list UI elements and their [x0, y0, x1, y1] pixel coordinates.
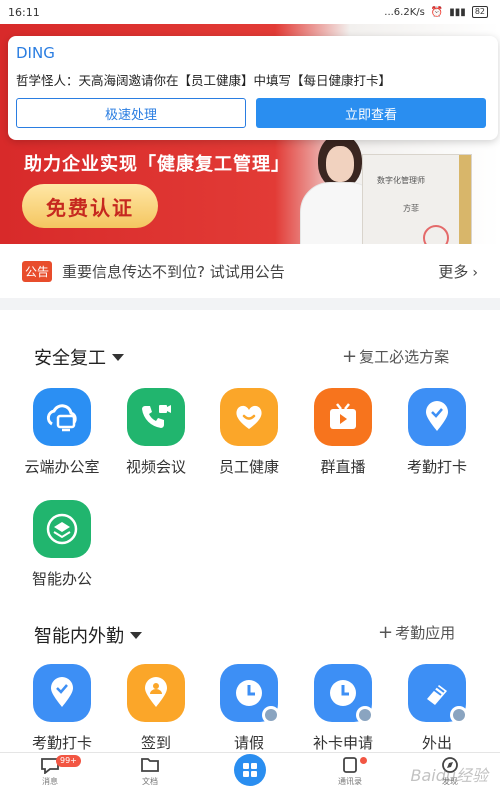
- app-leave[interactable]: 请假: [203, 664, 295, 753]
- user-badge-icon: [356, 706, 374, 724]
- more-link[interactable]: 更多 ›: [438, 261, 478, 282]
- app-label: 考勤打卡: [31, 734, 92, 752]
- status-bar: 16:11 ...6.2K/s ⏰ ▮▮▮ 82: [0, 0, 500, 24]
- app-video-meeting[interactable]: 视频会议: [110, 388, 202, 477]
- cert-name: 方菲: [403, 204, 419, 213]
- free-certify-button[interactable]: 免费认证: [22, 184, 158, 228]
- heart-icon: [220, 388, 278, 446]
- folder-icon: [140, 754, 160, 776]
- cloud-office-icon: [33, 388, 91, 446]
- video-call-icon: [127, 388, 185, 446]
- attendance-apps-label: 考勤应用: [395, 624, 456, 642]
- app-label: 补卡申请: [312, 734, 373, 752]
- app-attendance-2[interactable]: 考勤打卡: [16, 664, 108, 753]
- app-label: 考勤打卡: [406, 458, 467, 476]
- banner-subtitle: 助力企业实现「健康复工管理」: [24, 154, 290, 175]
- ding-message: 哲学怪人：天高海阔邀请你在【员工健康】中填写【每日健康打卡】: [16, 73, 392, 88]
- tab-label: 通讯录: [338, 777, 362, 786]
- app-go-out[interactable]: 外出: [391, 664, 483, 753]
- baidu-watermark: Baidu经验: [410, 766, 488, 785]
- status-time: 16:11: [8, 5, 40, 19]
- tab-docs[interactable]: 文档: [100, 753, 200, 788]
- battery-level: 82: [471, 6, 488, 18]
- alarm-icon: ⏰: [430, 6, 444, 18]
- more-label: 更多: [438, 262, 469, 281]
- location-check-icon: [33, 664, 91, 722]
- app-label: 云端办公室: [24, 458, 100, 476]
- tab-label: 文档: [142, 777, 158, 786]
- app-cloud-office[interactable]: 云端办公室: [16, 388, 108, 477]
- user-badge-icon: [262, 706, 280, 724]
- app-label: 员工健康: [218, 458, 279, 476]
- announcement-row[interactable]: 公告 重要信息传达不到位? 试试用公告 更多 ›: [0, 244, 500, 298]
- bottom-tab-bar: 99+ 消息 文档 通讯录 发现 Baidu经验: [0, 752, 500, 788]
- clock-icon: [220, 664, 280, 724]
- app-makeup-card[interactable]: 补卡申请: [297, 664, 389, 753]
- location-check-icon: [408, 388, 466, 446]
- chevron-right-icon: ›: [472, 264, 478, 281]
- seal-icon: [423, 225, 449, 244]
- location-person-icon: [127, 664, 185, 722]
- signal-icon: ▮▮▮: [449, 6, 466, 18]
- announcement-tag: 公告: [22, 260, 53, 282]
- attendance-apps-link[interactable]: + 考勤应用: [378, 622, 455, 643]
- cert-title: 数字化管理师: [377, 176, 425, 185]
- app-check-in[interactable]: 签到: [110, 664, 202, 753]
- quick-process-button[interactable]: 极速处理: [16, 98, 246, 128]
- app-employee-health[interactable]: 员工健康: [203, 388, 295, 477]
- layers-icon: [33, 500, 91, 558]
- clock-icon: [314, 664, 374, 724]
- app-label: 签到: [140, 734, 171, 752]
- plus-icon: +: [378, 622, 394, 643]
- grid-icon: [234, 754, 266, 786]
- caret-down-icon: [130, 631, 142, 639]
- certificate-image: 数字化管理师 方菲: [362, 154, 472, 244]
- return-plan-label: 复工必选方案: [359, 348, 450, 366]
- app-label: 视频会议: [125, 458, 186, 476]
- app-label: 群直播: [320, 458, 366, 476]
- caret-down-icon: [112, 353, 124, 361]
- app-label: 请假: [233, 734, 264, 752]
- tab-workbench[interactable]: [200, 753, 300, 788]
- apps-card: 安全复工 + 复工必选方案 云端办公室 视频会议 员工健康 群直播 考勤打卡 智…: [0, 310, 500, 788]
- view-now-button[interactable]: 立即查看: [256, 98, 486, 128]
- app-group-live[interactable]: 群直播: [297, 388, 389, 477]
- app-label: 外出: [421, 734, 452, 752]
- section-title-safe-return: 安全复工: [34, 348, 106, 369]
- plus-icon: +: [342, 346, 358, 367]
- app-attendance[interactable]: 考勤打卡: [391, 388, 483, 477]
- outing-icon: [408, 664, 468, 724]
- contacts-icon: [341, 754, 359, 776]
- tab-messages[interactable]: 99+ 消息: [0, 753, 100, 788]
- app-smart-office[interactable]: 智能办公: [16, 500, 108, 589]
- tab-label: 消息: [42, 777, 58, 786]
- ding-notification[interactable]: DING 哲学怪人：天高海阔邀请你在【员工健康】中填写【每日健康打卡】 极速处理…: [8, 36, 498, 140]
- section-field-work[interactable]: 智能内外勤: [34, 622, 142, 648]
- network-speed: ...6.2K/s: [384, 6, 425, 18]
- ding-title: DING: [16, 44, 55, 62]
- return-plan-link[interactable]: + 复工必选方案: [342, 346, 449, 367]
- contacts-dot: [360, 757, 367, 764]
- tv-icon: [314, 388, 372, 446]
- announcement-text: 重要信息传达不到位? 试试用公告: [62, 262, 285, 281]
- tab-contacts[interactable]: 通讯录: [300, 753, 400, 788]
- section-title-field-work: 智能内外勤: [34, 626, 124, 647]
- messages-badge: 99+: [56, 755, 81, 767]
- user-badge-icon: [450, 706, 468, 724]
- section-safe-return[interactable]: 安全复工: [34, 344, 124, 370]
- app-label: 智能办公: [31, 570, 92, 588]
- status-right: ...6.2K/s ⏰ ▮▮▮ 82: [384, 6, 488, 18]
